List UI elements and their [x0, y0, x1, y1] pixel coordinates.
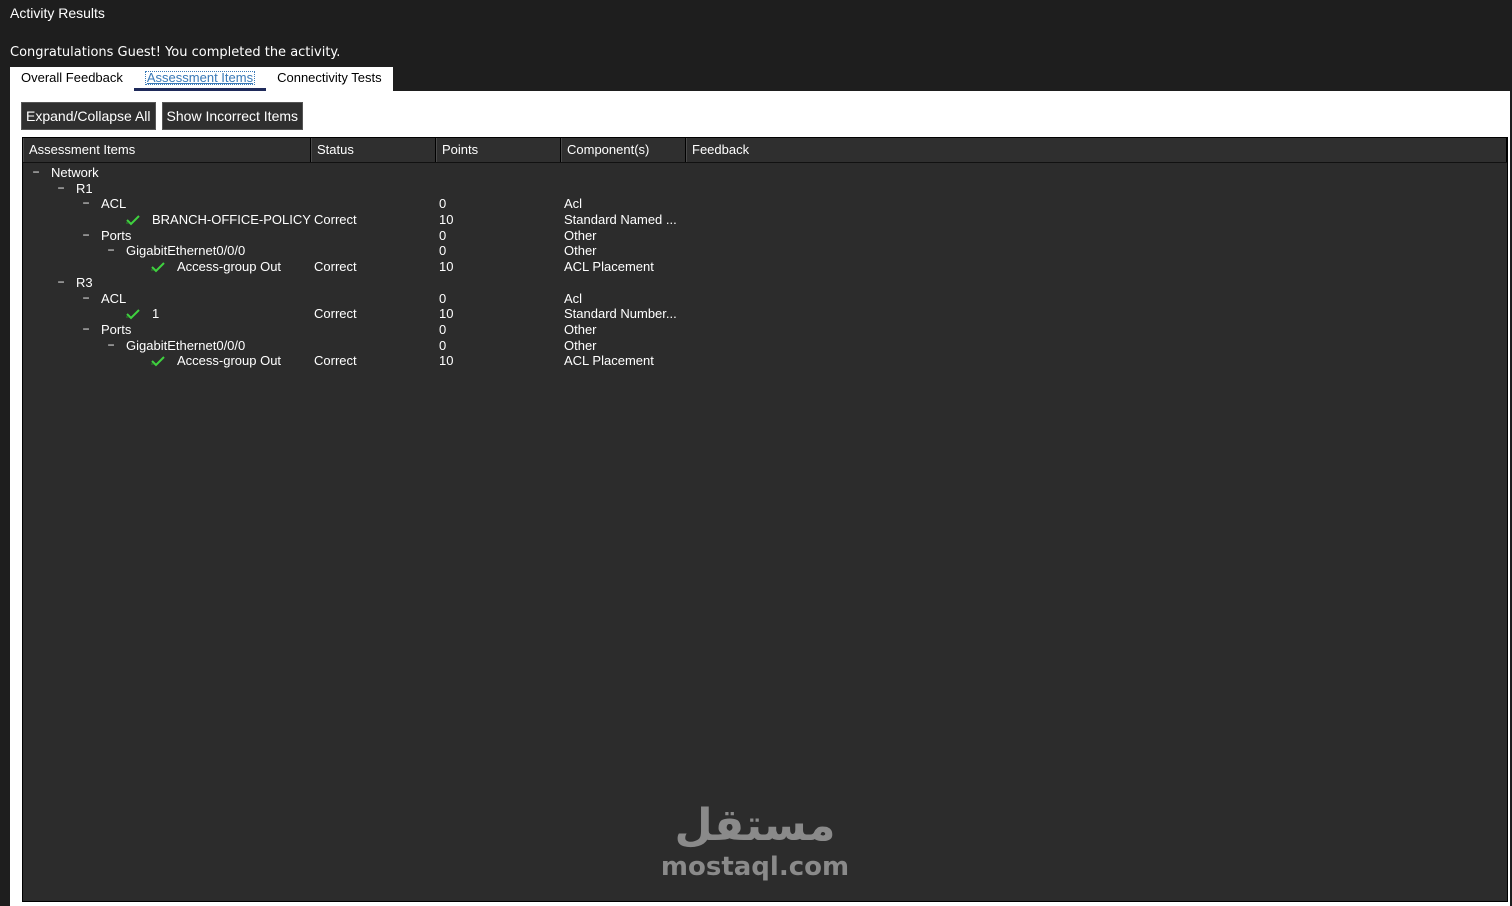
item-name: Access-group Out: [177, 353, 282, 369]
item-points: 10: [439, 306, 454, 322]
tree-row[interactable]: − Ports 0 Other: [23, 322, 1507, 338]
tree-row[interactable]: − GigabitEthernet0/0/0 0 Other: [23, 338, 1507, 354]
item-component: Acl: [564, 196, 583, 212]
column-header-components[interactable]: Component(s): [561, 138, 686, 162]
collapse-icon[interactable]: −: [106, 243, 116, 259]
column-header-points[interactable]: Points: [436, 138, 561, 162]
assessment-panel: Expand/Collapse All Show Incorrect Items…: [10, 91, 1510, 906]
watermark: مستقل mostaql.com: [655, 800, 855, 882]
item-name: Ports: [101, 321, 132, 337]
tree-row[interactable]: − Ports 0 Other: [23, 228, 1507, 244]
item-points: 10: [439, 259, 454, 275]
toolbar: Expand/Collapse All Show Incorrect Items: [21, 102, 304, 130]
collapse-icon[interactable]: −: [81, 228, 91, 244]
item-name: Access-group Out: [177, 259, 282, 275]
completion-message: Congratulations Guest! You completed the…: [10, 45, 341, 60]
item-name: GigabitEthernet0/0/0: [126, 243, 246, 259]
item-component: Other: [564, 337, 597, 353]
item-name: BRANCH-OFFICE-POLICY: [152, 212, 311, 228]
item-component: ACL Placement: [564, 353, 654, 369]
tab-connectivity-tests[interactable]: Connectivity Tests: [266, 67, 393, 91]
tree-row[interactable]: Access-group Out Correct 10 ACL Placemen…: [23, 353, 1507, 369]
item-name: R3: [76, 274, 93, 290]
item-name: GigabitEthernet0/0/0: [126, 337, 246, 353]
item-points: 0: [439, 290, 447, 306]
item-component: Standard Named ...: [564, 212, 677, 228]
item-name: ACL: [101, 196, 127, 212]
show-incorrect-items-button[interactable]: Show Incorrect Items: [161, 102, 304, 130]
item-component: Other: [564, 321, 597, 337]
collapse-icon[interactable]: −: [81, 322, 91, 338]
tree-row[interactable]: − GigabitEthernet0/0/0 0 Other: [23, 243, 1507, 259]
tab-assessment-items[interactable]: Assessment Items: [133, 67, 267, 91]
watermark-arabic: مستقل: [674, 800, 836, 851]
column-header-feedback[interactable]: Feedback: [686, 138, 1507, 162]
tab-overall-feedback[interactable]: Overall Feedback: [10, 67, 134, 91]
item-name: R1: [76, 180, 93, 196]
item-status: Correct: [314, 306, 357, 322]
tree-header: Assessment Items Status Points Component…: [23, 138, 1507, 163]
item-points: 0: [439, 243, 447, 259]
tree-row[interactable]: 1 Correct 10 Standard Number...: [23, 306, 1507, 322]
tree-rows: − Network − R1 − ACL 0 Acl BRANCH-OFFICE…: [23, 163, 1507, 369]
item-name: ACL: [101, 290, 127, 306]
column-header-assessment-items[interactable]: Assessment Items: [23, 138, 311, 162]
watermark-latin: mostaql.com: [660, 852, 850, 882]
item-component: Other: [564, 243, 597, 259]
collapse-icon[interactable]: −: [31, 165, 41, 181]
item-points: 10: [439, 353, 454, 369]
assessment-tree[interactable]: Assessment Items Status Points Component…: [22, 137, 1508, 902]
tree-row[interactable]: − ACL 0 Acl: [23, 196, 1507, 212]
tree-row[interactable]: Access-group Out Correct 10 ACL Placemen…: [23, 259, 1507, 275]
item-component: Other: [564, 227, 597, 243]
item-name: 1: [152, 306, 160, 322]
item-status: Correct: [314, 353, 357, 369]
activity-results-window: Activity Results Congratulations Guest! …: [0, 0, 1512, 906]
item-points: 10: [439, 212, 454, 228]
tab-label: Connectivity Tests: [277, 70, 382, 85]
collapse-icon[interactable]: −: [56, 181, 66, 197]
tab-bar: Overall Feedback Assessment Items Connec…: [10, 67, 393, 91]
item-status: Correct: [314, 212, 357, 228]
tree-row[interactable]: − R3: [23, 275, 1507, 291]
tree-row[interactable]: − Network: [23, 165, 1507, 181]
item-points: 0: [439, 321, 447, 337]
collapse-icon[interactable]: −: [81, 196, 91, 212]
window-title: Activity Results: [10, 5, 105, 21]
collapse-icon[interactable]: −: [81, 291, 91, 307]
expand-collapse-all-button[interactable]: Expand/Collapse All: [21, 102, 156, 130]
tree-row[interactable]: BRANCH-OFFICE-POLICY Correct 10 Standard…: [23, 212, 1507, 228]
item-component: Standard Number...: [564, 306, 677, 322]
item-points: 0: [439, 196, 447, 212]
check-icon: [151, 355, 165, 371]
item-points: 0: [439, 337, 447, 353]
item-points: 0: [439, 227, 447, 243]
item-name: Network: [51, 165, 99, 180]
tab-label: Assessment Items: [144, 70, 256, 85]
item-status: Correct: [314, 259, 357, 275]
collapse-icon[interactable]: −: [56, 275, 66, 291]
tree-row[interactable]: − ACL 0 Acl: [23, 291, 1507, 307]
tree-row[interactable]: − R1: [23, 181, 1507, 197]
item-component: ACL Placement: [564, 259, 654, 275]
item-name: Ports: [101, 227, 132, 243]
collapse-icon[interactable]: −: [106, 338, 116, 354]
column-header-status[interactable]: Status: [311, 138, 436, 162]
item-component: Acl: [564, 290, 583, 306]
tab-label: Overall Feedback: [21, 70, 123, 85]
